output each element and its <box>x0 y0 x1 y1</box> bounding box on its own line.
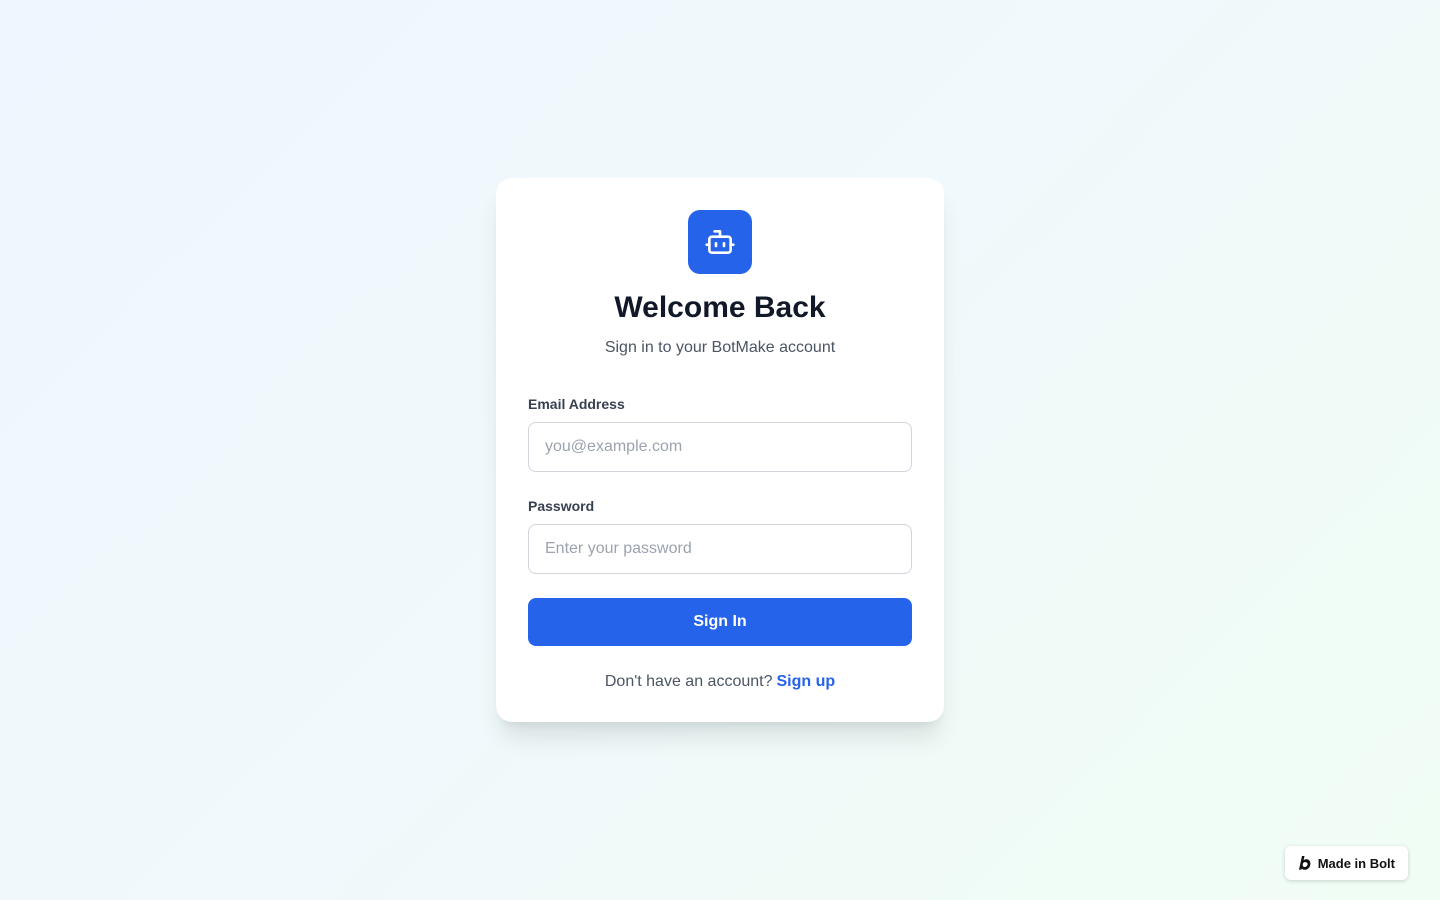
sign-up-link[interactable]: Sign up <box>776 673 835 690</box>
made-in-bolt-badge[interactable]: Made in Bolt <box>1284 846 1408 880</box>
login-card: Welcome Back Sign in to your BotMake acc… <box>496 178 944 722</box>
badge-label: Made in Bolt <box>1317 855 1395 871</box>
sign-in-button[interactable]: Sign In <box>528 598 912 646</box>
email-label: Email Address <box>528 396 625 412</box>
page-title: Welcome Back <box>614 291 826 324</box>
password-field-group: Password <box>528 496 912 574</box>
robot-icon <box>688 210 752 274</box>
page-subtitle: Sign in to your BotMake account <box>604 339 836 356</box>
login-form: Email Address Password Sign In <box>528 394 912 646</box>
password-label: Password <box>528 498 595 514</box>
email-field-group: Email Address <box>528 394 912 472</box>
password-field[interactable] <box>528 524 912 574</box>
signup-prompt-text: Don't have an account? <box>604 673 773 690</box>
email-field[interactable] <box>528 422 912 472</box>
bolt-logo-icon <box>1298 855 1312 871</box>
signup-prompt: Don't have an account? Sign up <box>528 670 912 694</box>
